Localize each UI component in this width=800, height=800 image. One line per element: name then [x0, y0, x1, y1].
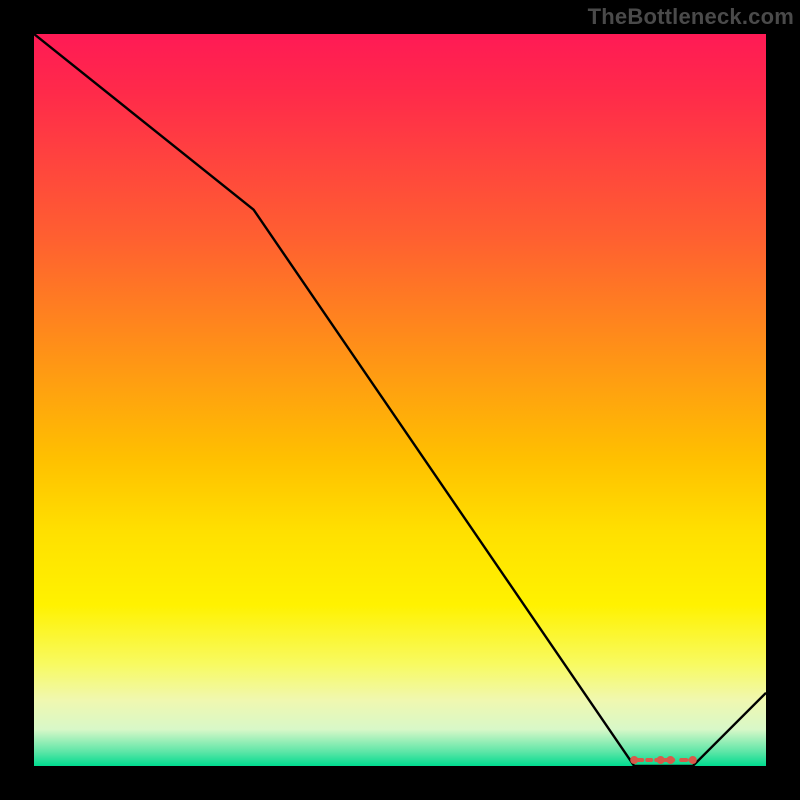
attribution-text: TheBottleneck.com	[588, 4, 794, 30]
chart-svg	[34, 34, 766, 766]
chart-plot-area	[34, 34, 766, 766]
chart-marker-band	[630, 756, 697, 764]
chart-stage: TheBottleneck.com	[0, 0, 800, 800]
marker-dot	[689, 756, 697, 764]
chart-line-series	[34, 34, 766, 766]
marker-dot	[667, 756, 675, 764]
marker-dot	[630, 756, 638, 764]
curve-path	[34, 34, 766, 766]
marker-dot	[657, 756, 665, 764]
